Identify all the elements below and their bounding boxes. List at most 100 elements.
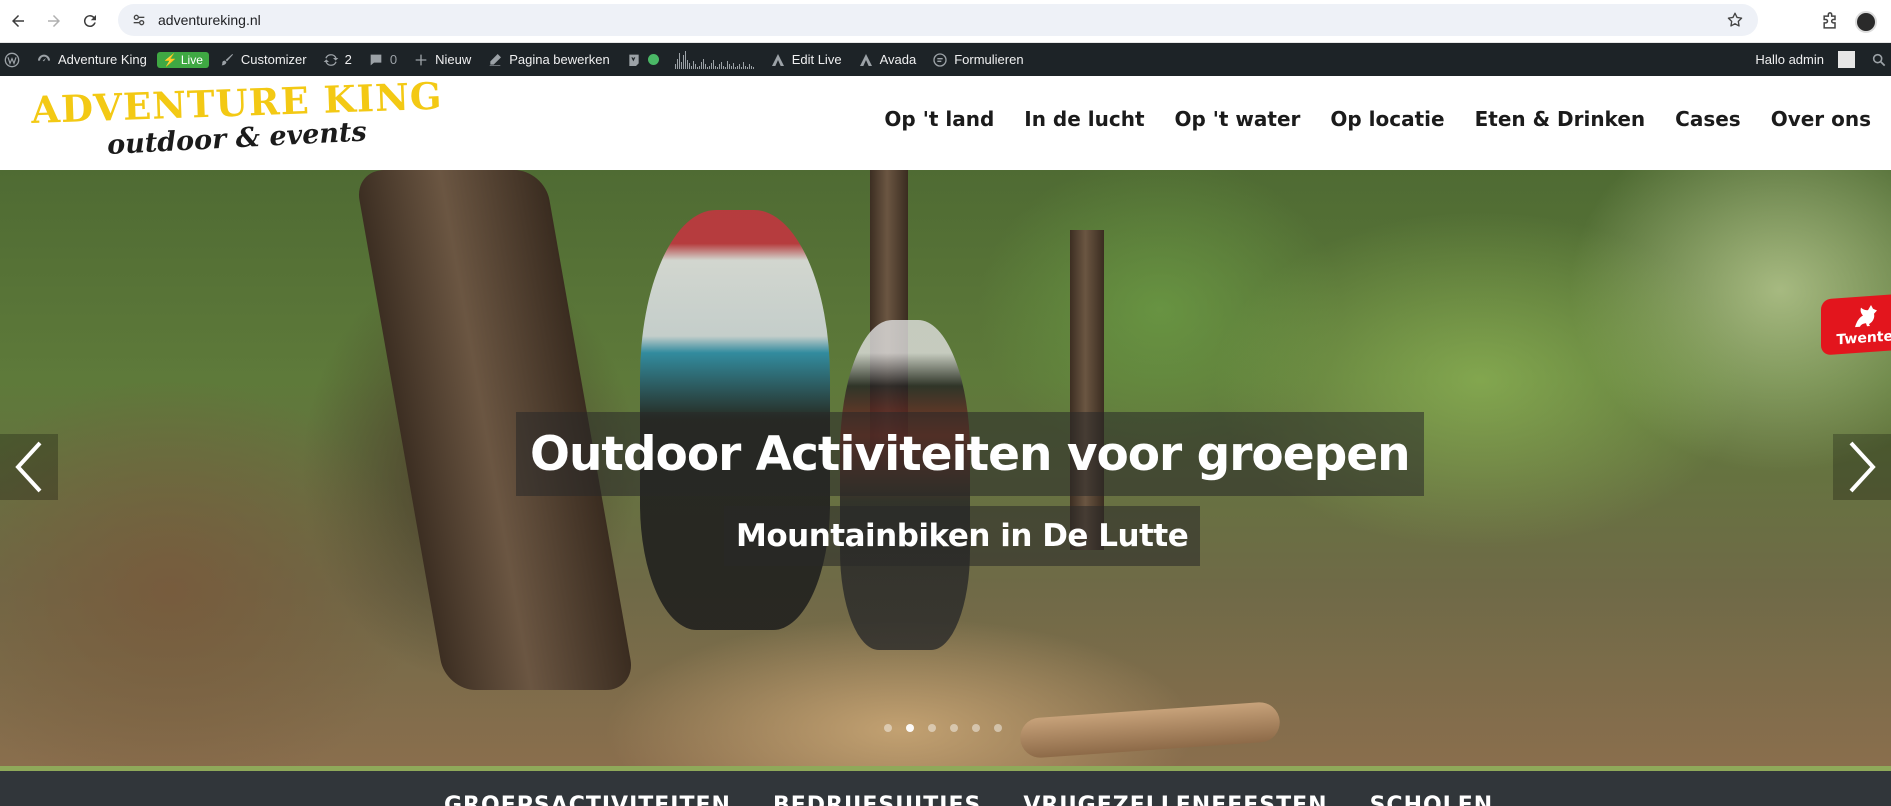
avada-icon (771, 53, 784, 66)
reload-button[interactable] (72, 3, 108, 39)
sparkline-bar (720, 61, 722, 69)
category-scholen[interactable]: SCHOLEN (1370, 793, 1494, 806)
url-text[interactable]: adventureking.nl (158, 12, 1720, 28)
comments-link[interactable]: 0 (360, 43, 405, 76)
sparkline-bar (708, 65, 710, 69)
category-bar: GROEPSACTIVITEITEN BEDRIJFSUITJES VRIJGE… (0, 766, 1891, 806)
extensions-icon[interactable] (1819, 11, 1841, 33)
live-bolt-icon: ⚡ (162, 52, 178, 67)
nav-in-de-lucht[interactable]: In de lucht (1024, 107, 1144, 131)
site-header: ADVENTURE KING outdoor & events Op 't la… (0, 74, 1891, 170)
customizer-link[interactable]: Customizer (211, 43, 315, 76)
nav-op-t-water[interactable]: Op 't water (1175, 107, 1301, 131)
sparkline-bar (750, 65, 752, 69)
wp-admin-bar: Adventure King ⚡ Live Customizer 2 0 Nie… (0, 43, 1891, 76)
slider-dot[interactable] (950, 724, 958, 732)
slider-dot[interactable] (928, 724, 936, 732)
sparkline-bar (682, 54, 684, 69)
horse-icon (1855, 304, 1877, 328)
reload-icon (83, 15, 96, 28)
forms-icon (933, 52, 947, 67)
site-logo[interactable]: ADVENTURE KING outdoor & events (30, 74, 443, 162)
main-navigation: Op 't land In de lucht Op 't water Op lo… (884, 107, 1871, 131)
bookmark-star-icon[interactable] (1720, 11, 1750, 29)
sparkline-bar (690, 65, 692, 69)
wordpress-icon (4, 52, 20, 67)
category-vrijgezellenfeesten[interactable]: VRIJGEZELLENFEESTEN (1023, 793, 1327, 806)
brush-icon (221, 53, 233, 65)
twente-badge[interactable]: Twente (1821, 294, 1891, 356)
profile-avatar[interactable] (1855, 10, 1877, 33)
sparkline-bar (722, 65, 724, 69)
slider-next-button[interactable] (1833, 434, 1891, 500)
chevron-right-icon (1849, 441, 1876, 493)
hero-slider: Outdoor Activiteiten voor groepen Mounta… (0, 170, 1891, 766)
yoast-icon (629, 54, 639, 66)
sparkline-bar (736, 65, 738, 69)
slide-caption: Mountainbiken in De Lutte (724, 506, 1201, 566)
nav-over-ons[interactable]: Over ons (1771, 107, 1871, 131)
site-settings-icon[interactable] (124, 12, 154, 28)
sparkline-bar (680, 61, 682, 69)
dashboard-icon (38, 54, 50, 61)
category-links: GROEPSACTIVITEITEN BEDRIJFSUITJES VRIJGE… (444, 793, 1493, 806)
edit-live-link[interactable]: Edit Live (762, 43, 850, 76)
edit-page-link[interactable]: Pagina bewerken (479, 43, 617, 76)
tree-trunk (1070, 230, 1104, 550)
customizer-label: Customizer (240, 52, 307, 67)
category-bedrijfsuitjes[interactable]: BEDRIJFSUITJES (773, 793, 981, 806)
category-groepsactiviteiten[interactable]: GROEPSACTIVITEITEN (444, 793, 731, 806)
sparkline-bar (730, 65, 732, 69)
sparkline-bar (700, 61, 702, 69)
nav-op-t-land[interactable]: Op 't land (884, 107, 994, 131)
avada-menu[interactable]: Avada (850, 43, 925, 76)
forward-button[interactable] (36, 3, 72, 39)
sparkline-bar (724, 66, 726, 69)
admin-avatar (1838, 51, 1855, 68)
nav-op-locatie[interactable]: Op locatie (1330, 107, 1444, 131)
wp-logo-menu[interactable] (0, 43, 28, 76)
sparkline-bar (702, 58, 704, 69)
slider-dot[interactable] (994, 724, 1002, 732)
slider-dot[interactable] (884, 724, 892, 732)
forms-menu[interactable]: Formulieren (924, 43, 1031, 76)
account-menu[interactable]: Hallo admin (1747, 43, 1863, 76)
site-name-label: Adventure King (58, 52, 147, 67)
sparkline-bar (710, 62, 712, 69)
browser-toolbar: adventureking.nl (0, 0, 1891, 43)
admin-search[interactable] (1863, 43, 1891, 76)
sparkline-bar (726, 60, 728, 69)
sparkline-bar (712, 59, 714, 69)
avada-logo-icon (859, 53, 872, 66)
stats-sparkline[interactable] (667, 43, 762, 76)
sparkline-bar (696, 66, 698, 69)
nav-cases[interactable]: Cases (1675, 107, 1741, 131)
plus-icon (415, 54, 427, 65)
sparkline-bar (694, 63, 696, 69)
sparkline-bar (686, 59, 688, 69)
edit-live-label: Edit Live (791, 52, 842, 67)
slider-dot[interactable] (906, 724, 914, 732)
nav-eten-drinken[interactable]: Eten & Drinken (1475, 107, 1646, 131)
new-label: Nieuw (435, 52, 472, 67)
slider-pagination (884, 724, 1002, 732)
updates-link[interactable]: 2 (315, 43, 360, 76)
comment-icon (370, 54, 382, 65)
live-badge-item[interactable]: ⚡ Live (155, 43, 211, 76)
admin-bar-right: Hallo admin (1747, 43, 1891, 76)
address-bar[interactable]: adventureking.nl (118, 4, 1758, 36)
sparkline-bar (674, 63, 676, 69)
slider-dot[interactable] (972, 724, 980, 732)
pencil-icon (489, 53, 502, 66)
sparkline-bar (742, 61, 744, 69)
new-content-menu[interactable]: Nieuw (405, 43, 479, 76)
sparkline-bar (716, 66, 718, 69)
sparkline-bar (728, 63, 730, 69)
back-button[interactable] (0, 3, 36, 39)
site-name-menu[interactable]: Adventure King (28, 43, 155, 76)
seo-menu[interactable] (618, 43, 667, 76)
slider-prev-button[interactable] (0, 434, 58, 500)
greeting-label: Hallo admin (1755, 52, 1824, 67)
sparkline-bar (752, 66, 754, 69)
forms-label: Formulieren (954, 52, 1024, 67)
